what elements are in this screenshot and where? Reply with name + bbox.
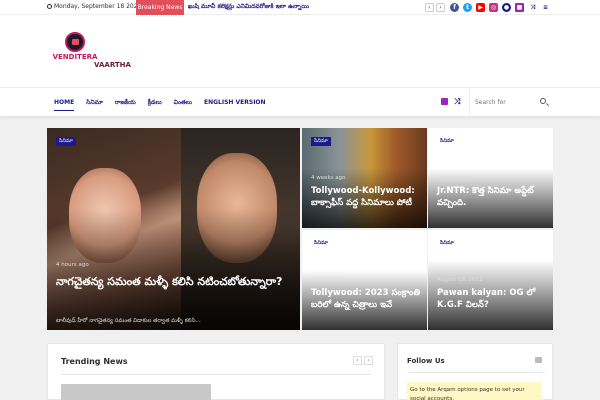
site-header: VENDITERA VAARTHA <box>0 15 600 87</box>
follow-us-widget: Follow Us Go to the Arqam options page t… <box>397 343 553 400</box>
search-icon[interactable] <box>540 98 546 104</box>
search-input[interactable] <box>475 99 535 106</box>
divider <box>407 372 545 373</box>
article-tile[interactable]: సినిమా 4 weeks ago Jr.NTR: కొత్త సినిమా … <box>428 128 553 228</box>
featured-article[interactable]: సినిమా 4 hours ago నాగచైతన్య సమంత మళ్ళీ … <box>47 128 300 330</box>
nav-item-english-version[interactable]: ENGLISH VERSION <box>198 88 272 117</box>
search-box <box>469 88 553 117</box>
ticker-prev-button[interactable]: ‹ <box>425 3 434 12</box>
divider <box>61 374 371 375</box>
facebook-icon[interactable]: f <box>450 3 459 12</box>
widget-title: Trending News <box>61 357 128 366</box>
article-tile[interactable]: సినిమా August 18, 2023 Pawan kalyan: OG … <box>428 230 553 330</box>
site-logo[interactable]: VENDITERA VAARTHA <box>50 32 131 72</box>
trending-next-button[interactable]: › <box>364 356 373 365</box>
article-time: 4 weeks ago <box>311 277 346 283</box>
trending-thumbnail[interactable] <box>61 384 211 400</box>
category-badge[interactable]: సినిమా <box>437 239 457 248</box>
widget-title: Follow Us <box>407 357 445 365</box>
account-icon[interactable]: ● <box>502 3 511 12</box>
article-title[interactable]: Jr.NTR: కొత్త సినిమా అప్డేట్ వచ్చింది. <box>437 185 547 209</box>
article-excerpt: టాలీవుడ్ హీరో నాగచైతన్య సమంత విడాకుల తర్… <box>56 318 201 324</box>
article-time: 4 weeks ago <box>311 175 346 181</box>
main-nav: HOME సినిమా రాజకీయ క్రీడలు వింతలు ENGLIS… <box>0 87 600 117</box>
top-bar: Monday, September 18 2023 Breaking News … <box>0 0 600 15</box>
article-title[interactable]: Pawan kalyan: OG లో K.G.F విలన్? <box>437 287 547 311</box>
category-badge[interactable]: సినిమా <box>311 239 331 248</box>
category-badge[interactable]: సినిమా <box>437 137 457 146</box>
category-badge[interactable]: సినిమా <box>311 137 331 146</box>
instagram-icon[interactable]: ◎ <box>489 3 498 12</box>
article-title[interactable]: Tollywood: 2023 సంక్రాంతి బరిలో ఉన్న చిత… <box>311 287 421 311</box>
article-time: 4 weeks ago <box>437 175 472 181</box>
nav-item-politics[interactable]: రాజకీయ <box>109 88 142 117</box>
article-title[interactable]: Tollywood-Kollywood: బాక్సాఫీస్ వద్ద సిన… <box>311 185 421 209</box>
follow-notice: Go to the Arqam options page to set your… <box>407 382 542 400</box>
clock-icon <box>47 4 52 9</box>
random-article-icon[interactable]: ⤨ <box>454 97 460 107</box>
logo-line1: VENDITERA <box>52 53 98 61</box>
date-text: Monday, September 18 2023 <box>54 3 142 10</box>
breaking-news-label: Breaking News <box>136 0 184 15</box>
nav-item-sports[interactable]: క్రీడలు <box>142 88 168 117</box>
article-time: August 18, 2023 <box>437 277 483 283</box>
youtube-icon[interactable]: ▶ <box>476 3 485 12</box>
ticker-next-button[interactable]: › <box>436 3 445 12</box>
cart-icon[interactable] <box>441 98 448 105</box>
logo-mark-icon <box>65 32 85 52</box>
nav-item-cinema[interactable]: సినిమా <box>80 88 109 117</box>
trending-news-widget: Trending News ‹ › <box>47 343 385 400</box>
article-title[interactable]: నాగచైతన్య సమంత మళ్ళీ కలిసి నటించబోతున్నా… <box>56 274 286 289</box>
article-tile[interactable]: సినిమా 4 weeks ago Tollywood-Kollywood: … <box>302 128 427 228</box>
shop-icon[interactable]: ■ <box>515 3 524 12</box>
nav-item-oddities[interactable]: వింతలు <box>168 88 198 117</box>
article-tile[interactable]: సినిమా 4 weeks ago Tollywood: 2023 సంక్ర… <box>302 230 427 330</box>
shuffle-icon[interactable]: ⤨ <box>528 3 537 12</box>
nav-item-home[interactable]: HOME <box>48 88 80 117</box>
twitter-icon[interactable]: t <box>463 3 472 12</box>
category-badge[interactable]: సినిమా <box>56 137 76 146</box>
breaking-news-ticker[interactable]: ఖుషి మూవీ కలెక్షన్లు ఎనిమిదవరోజుకి ఇలా ఉ… <box>188 3 309 11</box>
date-display: Monday, September 18 2023 <box>47 3 141 10</box>
article-time: 4 hours ago <box>56 262 89 268</box>
thumbs-up-icon <box>535 357 542 363</box>
social-links: f t ▶ ◎ ● ■ ⤨ ≡ <box>450 2 550 13</box>
trending-prev-button[interactable]: ‹ <box>353 356 362 365</box>
menu-icon[interactable]: ≡ <box>541 3 550 12</box>
